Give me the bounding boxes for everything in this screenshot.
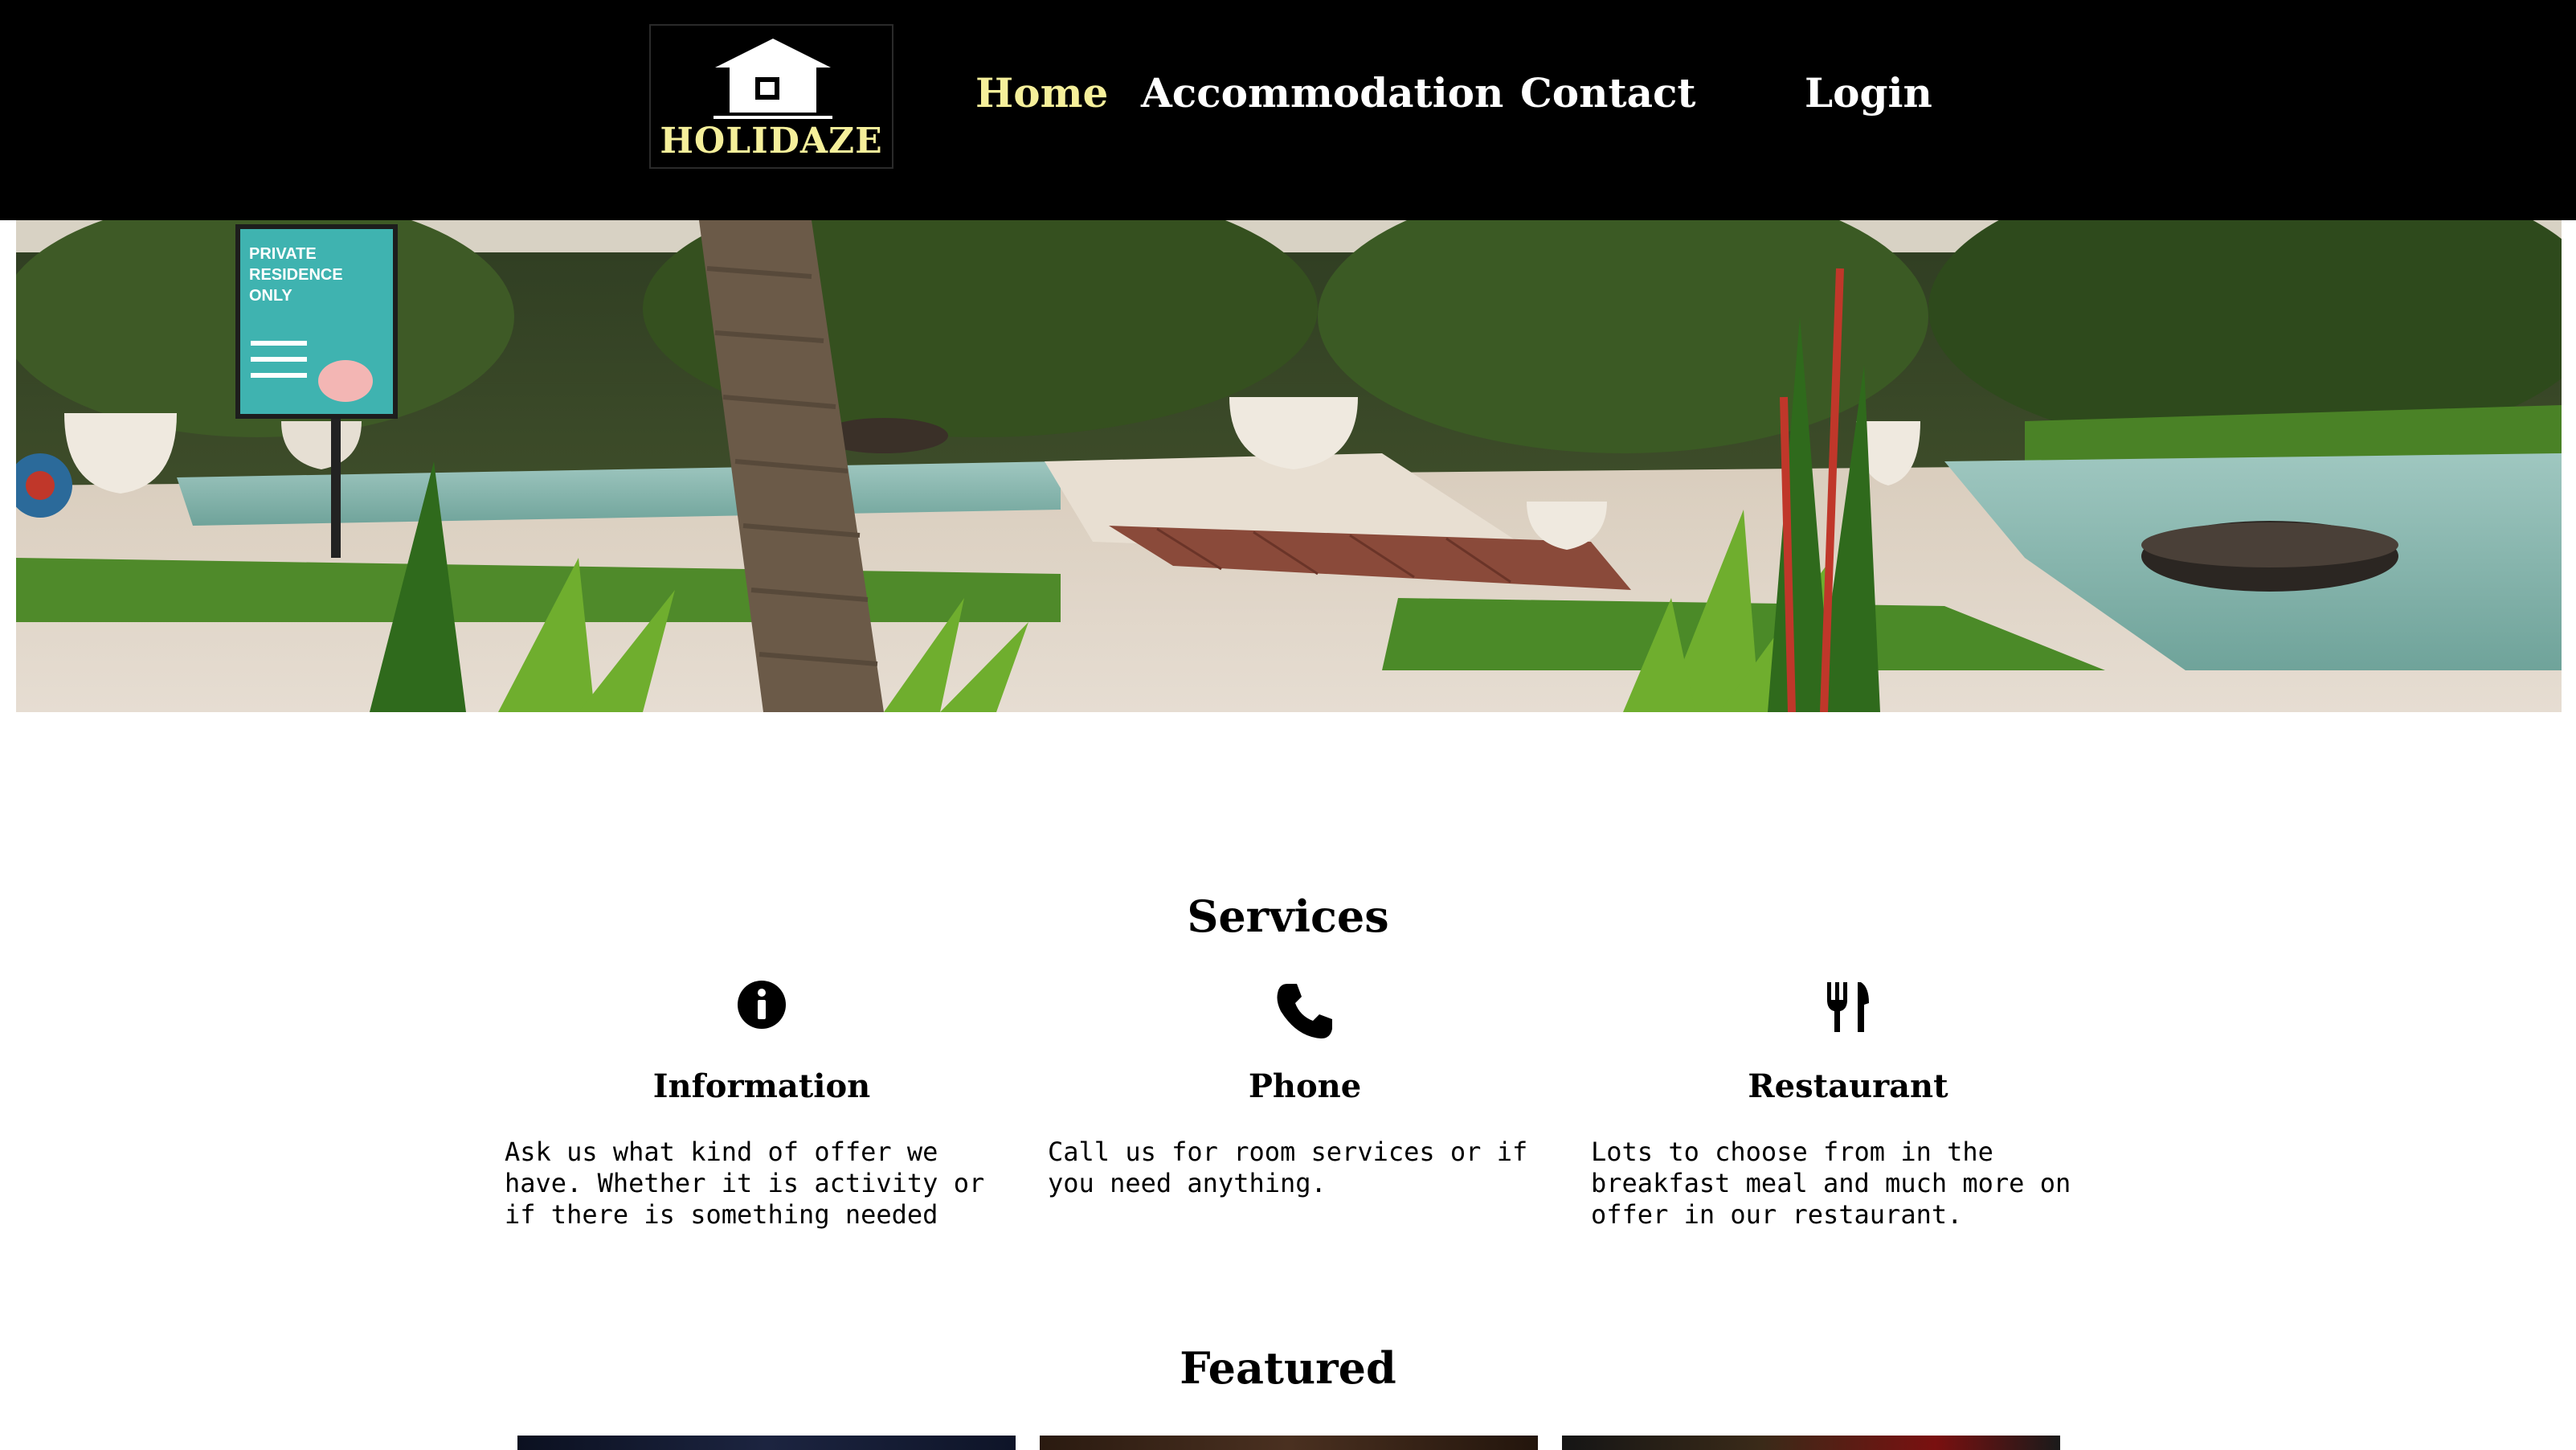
featured-card-image[interactable] [517,1436,1016,1450]
house-icon [714,39,832,119]
nav-item-accommodation[interactable]: Accommodation [1141,69,1503,117]
nav-item-contact[interactable]: Contact [1520,69,1696,117]
featured-card-image[interactable] [1562,1436,2060,1450]
holidaze-logo[interactable]: HOLIDAZE [649,24,893,169]
featured-card-image[interactable] [1040,1436,1538,1450]
nav-item-home[interactable]: Home [975,69,1108,117]
service-title: Phone [1248,1067,1362,1105]
service-description: Call us for room services or if you need… [1048,1137,1528,1198]
info-icon [505,979,1019,1043]
hero-image: PRIVATE RESIDENCE ONLY [16,220,2562,712]
brand-name: HOLIDAZE [660,121,883,162]
service-title: Restaurant [1748,1067,1948,1105]
services-heading: Services [1187,891,1389,942]
svg-text:PRIVATE: PRIVATE [249,245,317,263]
svg-text:ONLY: ONLY [249,287,292,305]
service-description: Lots to choose from in the breakfast mea… [1591,1137,2071,1230]
service-description: Ask us what kind of offer we have. Wheth… [505,1137,985,1230]
svg-text:RESIDENCE: RESIDENCE [249,266,343,284]
garden-pool-scene: PRIVATE RESIDENCE ONLY [16,220,2562,712]
fork-knife-icon [1591,979,2105,1043]
phone-icon [1048,979,1562,1043]
service-title: Information [652,1067,871,1105]
private-residence-sign: PRIVATE RESIDENCE ONLY [235,224,398,419]
site-header: HOLIDAZE Home Accommodation Contact Logi… [0,0,2576,220]
login-link[interactable]: Login [1805,69,1932,117]
featured-heading: Featured [1180,1342,1396,1394]
